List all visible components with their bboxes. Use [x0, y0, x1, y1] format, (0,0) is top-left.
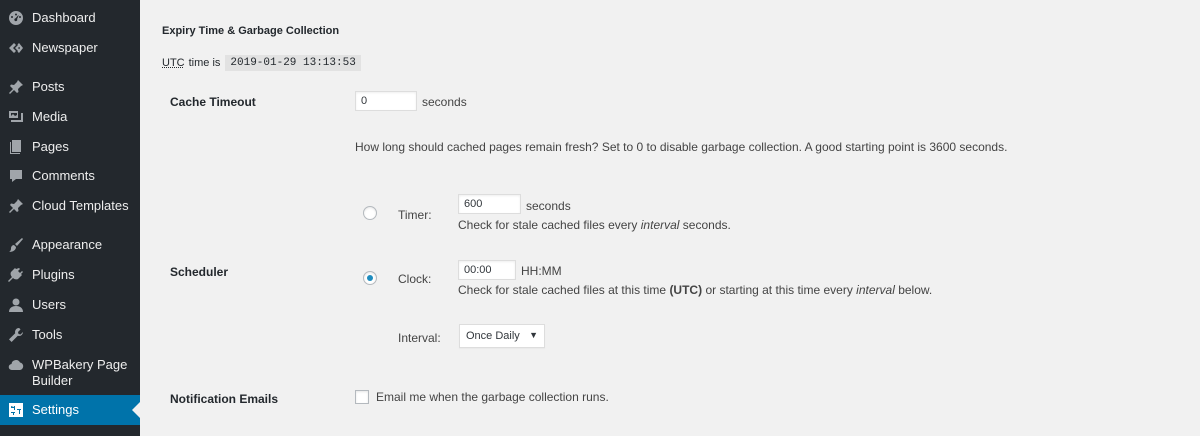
utc-timestamp: 2019-01-29 13:13:53: [225, 55, 361, 71]
sidebar-item-plugins[interactable]: Plugins: [0, 260, 140, 290]
newspaper-icon: [8, 40, 24, 56]
clock-description: Check for stale cached files at this tim…: [458, 283, 932, 297]
timer-desc-text: Check for stale cached files every: [458, 218, 638, 232]
comment-icon: [8, 168, 24, 184]
utc-abbr: UTC: [162, 57, 185, 69]
timer-radio[interactable]: [363, 206, 377, 220]
sidebar-item-posts[interactable]: Posts: [0, 72, 140, 102]
sidebar-item-wpbakery[interactable]: WPBakery Page Builder: [0, 355, 140, 391]
sidebar-item-label: Newspaper: [32, 40, 98, 55]
timer-desc-after: seconds.: [682, 218, 731, 232]
pin-icon: [8, 198, 24, 214]
clock-input[interactable]: [458, 260, 516, 280]
sidebar-item-label: Media: [32, 109, 68, 124]
sidebar-item-label: Appearance: [32, 237, 103, 252]
sidebar-item-tools[interactable]: Tools: [0, 320, 140, 350]
clock-radio[interactable]: [363, 271, 377, 285]
sidebar-item-settings[interactable]: Settings: [0, 395, 140, 425]
sidebar-item-label: Settings: [32, 402, 79, 417]
sidebar-item-media[interactable]: Media: [0, 102, 140, 132]
chevron-down-icon: ▼: [529, 330, 538, 340]
section-title: Expiry Time & Garbage Collection: [162, 25, 340, 37]
notification-emails-label: Notification Emails: [170, 392, 279, 406]
sidebar-item-label: Cloud Templates: [32, 198, 129, 213]
pages-icon: [8, 139, 24, 155]
sidebar-item-cloud-templates[interactable]: Cloud Templates: [0, 191, 140, 221]
clock-desc-text: Check for stale cached files at this tim…: [458, 283, 667, 297]
wrench-icon: [8, 327, 24, 343]
sidebar-item-pages[interactable]: Pages: [0, 132, 140, 162]
sidebar-item-label: Tools: [32, 327, 63, 342]
interval-selected-value: Once Daily: [466, 330, 520, 342]
admin-sidebar: Dashboard Newspaper Posts Media Pages Co…: [0, 0, 140, 436]
cloud-icon: [8, 357, 24, 373]
settings-icon: [8, 402, 24, 418]
clock-desc-em: interval: [856, 283, 895, 297]
sidebar-item-label: Comments: [32, 168, 95, 183]
clock-desc-middle: or starting at this time every: [705, 283, 853, 297]
paintbrush-icon: [8, 237, 24, 253]
sidebar-item-label: Posts: [32, 79, 65, 94]
active-indicator: [132, 402, 140, 418]
sidebar-item-appearance[interactable]: Appearance: [0, 230, 140, 260]
sidebar-item-users[interactable]: Users: [0, 290, 140, 320]
sidebar-item-label: WPBakery Page Builder: [32, 357, 128, 388]
sidebar-item-label: Users: [32, 297, 66, 312]
media-icon: [8, 109, 24, 125]
timer-label: Timer:: [398, 208, 432, 222]
interval-select[interactable]: Once Daily ▼: [459, 324, 545, 348]
cache-timeout-label: Cache Timeout: [170, 95, 256, 109]
settings-content: Expiry Time & Garbage Collection UTC tim…: [140, 0, 1200, 436]
user-icon: [8, 297, 24, 313]
sidebar-item-label: Plugins: [32, 267, 75, 282]
sidebar-item-newspaper[interactable]: Newspaper: [0, 33, 140, 63]
clock-unit: HH:MM: [521, 264, 562, 278]
clock-desc-bold: (UTC): [669, 283, 703, 297]
pin-icon: [8, 79, 24, 95]
sidebar-item-label: Pages: [32, 139, 69, 154]
utc-text: time is: [188, 57, 221, 69]
timer-unit: seconds: [526, 199, 571, 213]
clock-label: Clock:: [398, 272, 432, 286]
utc-time-line: UTC time is 2019-01-29 13:13:53: [162, 55, 361, 71]
sidebar-item-dashboard[interactable]: Dashboard: [0, 3, 140, 33]
timer-input[interactable]: [458, 194, 521, 214]
clock-desc-after: below.: [898, 283, 933, 297]
notification-email-checkbox[interactable]: [355, 390, 369, 404]
cache-timeout-input[interactable]: [355, 91, 417, 111]
dashboard-icon: [8, 10, 24, 26]
cache-timeout-unit: seconds: [422, 95, 467, 109]
timer-description: Check for stale cached files every inter…: [458, 218, 731, 232]
timer-desc-em: interval: [640, 218, 680, 232]
interval-label: Interval:: [398, 331, 441, 345]
plugin-icon: [8, 267, 24, 283]
sidebar-item-label: Dashboard: [32, 10, 96, 25]
sidebar-item-comments[interactable]: Comments: [0, 161, 140, 191]
cache-timeout-description: How long should cached pages remain fres…: [355, 140, 1008, 154]
scheduler-label: Scheduler: [170, 265, 229, 279]
notification-email-checkbox-label[interactable]: Email me when the garbage collection run…: [376, 390, 609, 404]
